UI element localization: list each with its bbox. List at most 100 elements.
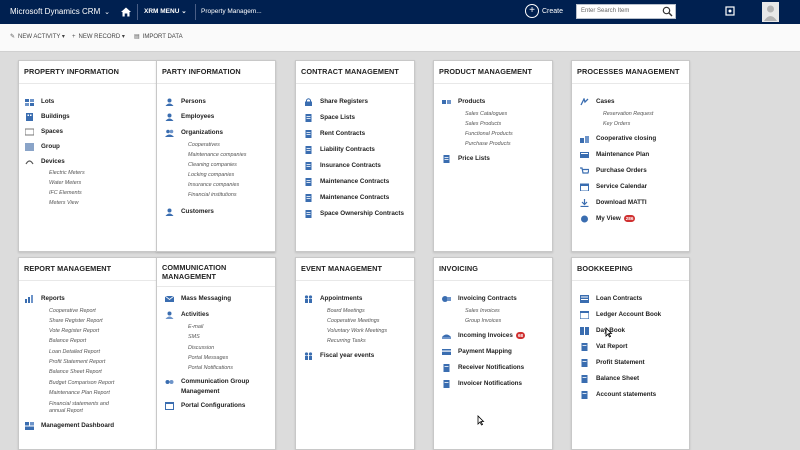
link-label: Invoicing Contracts (458, 295, 517, 302)
sublink-balance-sheet-report[interactable]: Balance Sheet Report (49, 369, 102, 376)
sublink-financial-statements-line1[interactable]: Financial statements and (49, 401, 109, 408)
link-label: Buildings (41, 113, 70, 120)
link-label: Payment Mapping (458, 348, 512, 355)
sublink-portal-messages[interactable]: Portal Messages (188, 355, 228, 362)
invoice-icon (442, 296, 451, 302)
sublink-voluntary-work-meetings[interactable]: Voluntary Work Meetings (327, 328, 387, 335)
cart-icon (580, 167, 589, 174)
sublink-discussion[interactable]: Discussion (188, 345, 214, 352)
my-view-icon (581, 215, 588, 223)
tile-invoicing: INVOICING Invoicing Contracts Sales Invo… (433, 257, 553, 450)
person-icon (165, 98, 174, 106)
sublink-vote-register-report[interactable]: Vote Register Report (49, 328, 99, 335)
import-data-button[interactable]: ▤ IMPORT DATA (134, 24, 183, 51)
appointments-icon (304, 295, 313, 303)
mail-icon (165, 295, 174, 302)
link-label: Devices (41, 158, 65, 165)
link-label: Loan Contracts (596, 295, 643, 302)
sublink-profit-statement-report[interactable]: Profit Statement Report (49, 359, 105, 366)
divider (572, 83, 689, 84)
sublink-meters-view[interactable]: Meters View (49, 200, 79, 207)
sublink-maintenance-companies[interactable]: Maintenance companies (188, 152, 246, 159)
sublink-electric-meters[interactable]: Electric Meters (49, 170, 85, 177)
import-icon: ▤ (134, 34, 140, 40)
ledger-icon (580, 311, 589, 319)
link-label: Profit Statement (596, 359, 645, 366)
sublink-sales-catalogues[interactable]: Sales Catalogues (465, 111, 507, 118)
link-label: Account statements (596, 391, 657, 398)
link-label: Spaces (41, 128, 64, 135)
notification-icon (443, 380, 450, 388)
sublink-insurance-companies[interactable]: Insurance companies (188, 182, 239, 189)
link-label: Share Registers (320, 98, 368, 105)
link-label: Maintenance Plan (596, 151, 650, 158)
book-icon (580, 327, 589, 335)
link-label: Invoicer Notifications (458, 380, 523, 387)
sublink-locking-companies[interactable]: Locking companies (188, 172, 234, 179)
search-icon[interactable] (662, 6, 673, 17)
sublink-portal-notifications[interactable]: Portal Notifications (188, 365, 233, 372)
search-input[interactable]: Enter Search Item (576, 4, 676, 19)
create-button[interactable]: + Create (525, 4, 563, 20)
link-label: Receiver Notifications (458, 364, 525, 371)
activities-icon (165, 311, 174, 319)
xrm-menu-label: XRM MENU (144, 8, 180, 15)
sublink-financial-statements-line2[interactable]: annual Report (49, 408, 83, 415)
sublink-key-orders[interactable]: Key Orders (603, 121, 630, 128)
breadcrumb[interactable]: Property Managem... (201, 0, 262, 24)
link-label: Organizations (181, 129, 223, 136)
app-brand-menu[interactable]: Microsoft Dynamics CRM ⌄ (10, 0, 110, 24)
sublink-group-invoices[interactable]: Group Invoices (465, 318, 501, 325)
tile-title: PROPERTY INFORMATION (24, 67, 119, 76)
new-activity-button[interactable]: ✎ NEW ACTIVITY ▾ (10, 24, 65, 51)
divider (137, 4, 138, 20)
sublink-sms[interactable]: SMS (188, 334, 200, 341)
sublink-sales-invoices[interactable]: Sales Invoices (465, 308, 500, 315)
tile-title: REPORT MANAGEMENT (24, 264, 112, 273)
new-record-button[interactable]: + NEW RECORD ▾ (72, 24, 125, 51)
sublink-loan-detailed-report[interactable]: Loan Detailed Report (49, 349, 100, 356)
sublink-cooperatives[interactable]: Cooperatives (188, 142, 220, 149)
link-label: Space Lists (320, 114, 355, 121)
tile-title: BOOKKEEPING (577, 264, 633, 273)
sublink-email[interactable]: E-mail (188, 324, 203, 331)
incoming-label-wrap: Incoming Invoices 68 (458, 330, 526, 342)
sublink-functional-products[interactable]: Functional Products (465, 131, 513, 138)
report-icon (581, 375, 588, 383)
sublink-ifc-elements[interactable]: IFC Elements (49, 190, 82, 197)
sublink-cleaning-companies[interactable]: Cleaning companies (188, 162, 237, 169)
tile-title: EVENT MANAGEMENT (301, 264, 383, 273)
link-label: Portal Configurations (181, 402, 246, 409)
link-label: Liability Contracts (320, 146, 375, 153)
sublink-board-meetings[interactable]: Board Meetings (327, 308, 365, 315)
sublink-reservation-request[interactable]: Reservation Request (603, 111, 653, 118)
avatar[interactable] (762, 2, 779, 22)
document-icon (305, 146, 312, 154)
sublink-cooperative-meetings[interactable]: Cooperative Meetings (327, 318, 379, 325)
settings-icon[interactable] (724, 5, 736, 17)
link-label: Activities (181, 311, 209, 318)
sublink-maintenance-plan-report[interactable]: Maintenance Plan Report (49, 390, 110, 397)
sublink-sales-products[interactable]: Sales Products (465, 121, 501, 128)
building-icon (26, 113, 33, 121)
sublink-share-register-report[interactable]: Share Register Report (49, 318, 103, 325)
sublink-water-meters[interactable]: Water Meters (49, 180, 81, 187)
report-icon (581, 391, 588, 399)
link-label: Insurance Contracts (320, 162, 381, 169)
link-label: Vat Report (596, 343, 628, 350)
group-icon (25, 143, 34, 151)
document-icon (305, 194, 312, 202)
link-label: Lots (41, 98, 55, 105)
sublink-recurring-tasks[interactable]: Recurring Tasks (327, 338, 366, 345)
link-label: Maintenance Contracts (320, 178, 390, 185)
sublink-financial-institutions[interactable]: Financial institutions (188, 192, 237, 199)
home-icon[interactable] (119, 5, 133, 19)
tile-title: COMMUNICATION MANAGEMENT (162, 263, 272, 281)
xrm-menu[interactable]: XRM MENU ⌄ (144, 0, 187, 24)
sublink-budget-comparison-report[interactable]: Budget Comparison Report (49, 380, 114, 387)
sublink-balance-report[interactable]: Balance Report (49, 338, 86, 345)
sublink-cooperative-report[interactable]: Cooperative Report (49, 308, 96, 315)
sublink-purchase-products[interactable]: Purchase Products (465, 141, 511, 148)
link-label: Mass Messaging (181, 295, 232, 302)
plus-icon: + (72, 34, 76, 40)
